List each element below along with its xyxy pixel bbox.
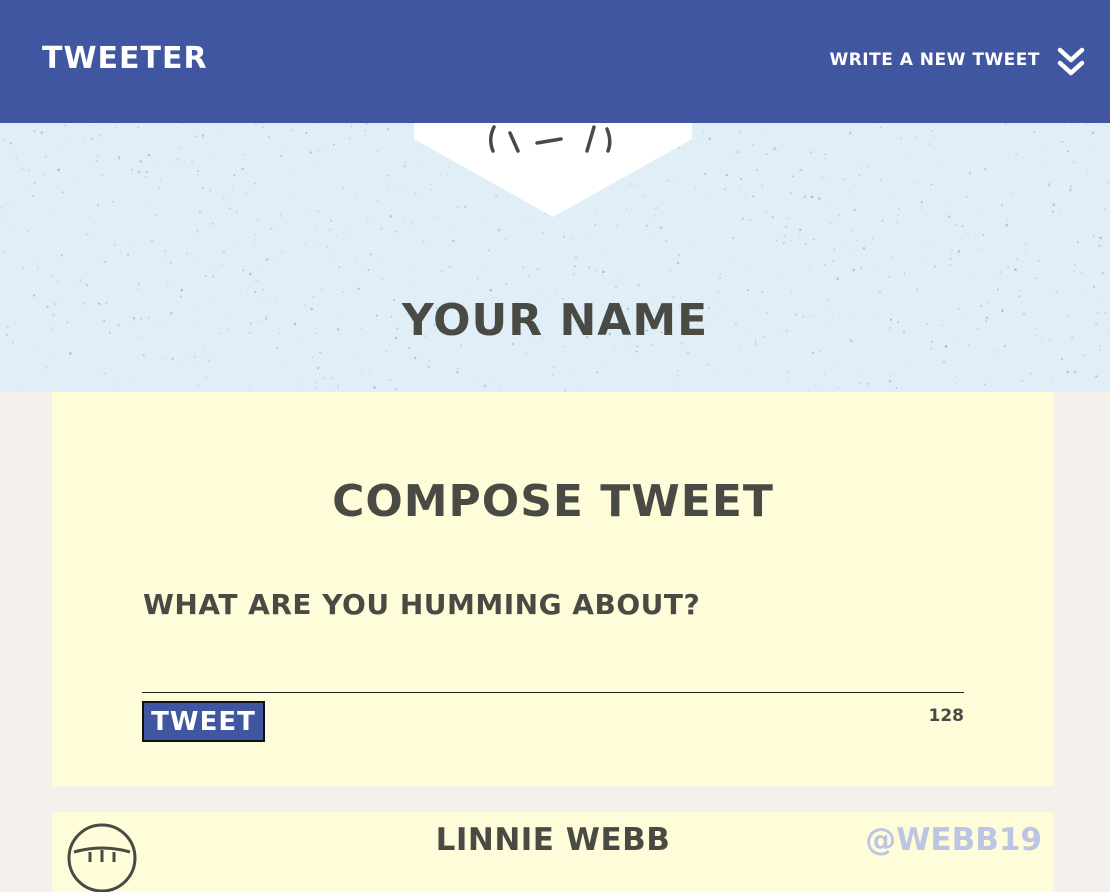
write-new-tweet-link[interactable]: WRITE A NEW TWEET bbox=[829, 50, 1040, 70]
profile-name: YOUR NAME bbox=[401, 295, 709, 346]
compose-prompt-label: WHAT ARE YOU HUMMING ABOUT? bbox=[143, 588, 701, 621]
profile-header: YOUR NAME bbox=[0, 123, 1110, 392]
tweet-submit-button[interactable]: TWEET bbox=[142, 701, 265, 742]
tweet-text-input[interactable] bbox=[142, 640, 964, 693]
character-counter: 128 bbox=[928, 706, 965, 726]
compose-tweet-panel: COMPOSE TWEET WHAT ARE YOU HUMMING ABOUT… bbox=[52, 392, 1054, 786]
avatar-icon bbox=[414, 123, 692, 217]
top-nav: TWEETER WRITE A NEW TWEET bbox=[0, 0, 1110, 123]
tweet-card: LINNIE WEBB @WEBB19 bbox=[52, 812, 1054, 892]
brand-logo[interactable]: TWEETER bbox=[42, 41, 208, 76]
tweet-author-handle[interactable]: @WEBB19 bbox=[865, 822, 1042, 858]
compose-title: COMPOSE TWEET bbox=[332, 476, 774, 527]
double-chevron-down-icon[interactable] bbox=[1056, 46, 1086, 78]
